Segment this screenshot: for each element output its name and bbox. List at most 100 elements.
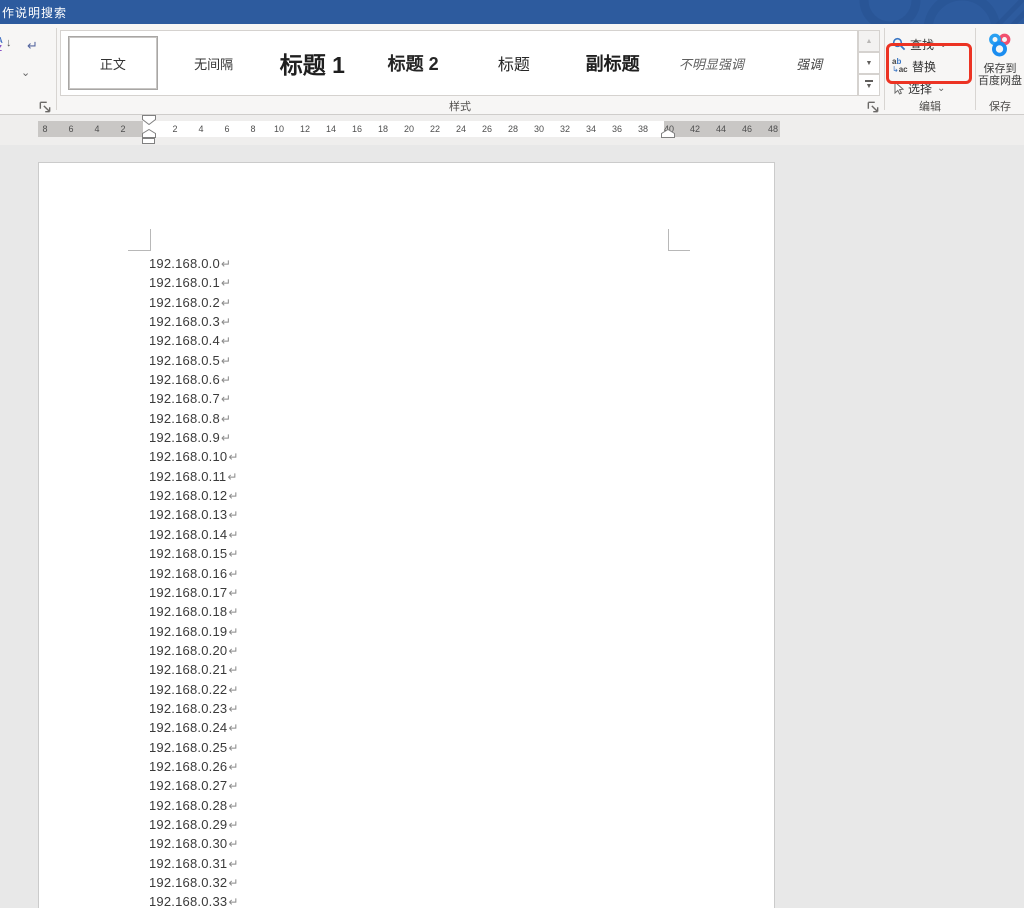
document-line[interactable]: 192.168.0.31↵ (149, 854, 239, 873)
document-line[interactable]: 192.168.0.16↵ (149, 564, 239, 583)
gallery-more-icon[interactable]: ▼ (858, 74, 880, 96)
document-line[interactable]: 192.168.0.15↵ (149, 544, 239, 563)
text-boundary-corner-mark (668, 250, 690, 251)
document-line[interactable]: 192.168.0.24↵ (149, 718, 239, 737)
ip-address-text: 192.168.0.13 (149, 507, 228, 523)
style-item-subtitle[interactable]: 副标题 (564, 31, 662, 95)
document-line[interactable]: 192.168.0.14↵ (149, 525, 239, 544)
document-line[interactable]: 192.168.0.17↵ (149, 583, 239, 602)
ip-address-text: 192.168.0.8 (149, 410, 220, 426)
ip-address-text: 192.168.0.9 (149, 430, 220, 446)
paragraph-return-mark: ↵ (228, 876, 239, 890)
hanging-indent-marker[interactable] (142, 129, 156, 138)
document-line[interactable]: 192.168.0.18↵ (149, 602, 239, 621)
ip-address-text: 192.168.0.30 (149, 836, 228, 852)
styles-dialog-launcher-icon[interactable] (866, 100, 880, 114)
document-line[interactable]: 192.168.0.32↵ (149, 873, 239, 892)
style-item-heading2[interactable]: 标题 2 (362, 31, 464, 95)
ruler-number: 34 (585, 124, 596, 134)
gallery-scroll-down-icon[interactable]: ▼ (858, 52, 880, 74)
document-line[interactable]: 192.168.0.3↵ (149, 312, 239, 331)
chevron-down-icon: ⌄ (939, 38, 948, 50)
ip-address-text: 192.168.0.12 (149, 488, 228, 504)
document-line[interactable]: 192.168.0.0↵ (149, 254, 239, 273)
paragraph-return-mark: ↵ (228, 779, 239, 794)
document-line[interactable]: 192.168.0.11↵ (149, 467, 239, 486)
style-item-normal[interactable]: 正文 (61, 31, 165, 95)
document-line[interactable]: 192.168.0.33↵ (149, 892, 239, 908)
title-bar: 作说明搜索 (0, 0, 1024, 24)
style-item-subtle-emphasis[interactable]: 不明显强调 (661, 31, 761, 95)
document-line[interactable]: 192.168.0.2↵ (149, 293, 239, 312)
document-line[interactable]: 192.168.0.12↵ (149, 486, 239, 505)
document-line[interactable]: 192.168.0.10↵ (149, 447, 239, 466)
document-line[interactable]: 192.168.0.5↵ (149, 351, 239, 370)
formatting-marks-icon[interactable]: ↵ (27, 38, 38, 54)
paragraph-return-mark: ↵ (228, 643, 239, 658)
document-line[interactable]: 192.168.0.1↵ (149, 273, 239, 292)
ruler-number: 44 (715, 124, 726, 134)
cursor-arrow-icon (894, 81, 904, 95)
chevron-down-icon[interactable]: ⌄ (21, 66, 30, 79)
paragraph-return-mark: ↵ (228, 721, 239, 736)
ruler-number: 6 (68, 124, 74, 134)
paragraph-return-mark: ↵ (228, 489, 239, 504)
document-line[interactable]: 192.168.0.27↵ (149, 776, 239, 795)
editing-group-label: 编辑 (919, 101, 941, 113)
ruler-number: 14 (325, 124, 336, 134)
ip-address-text: 192.168.0.6 (149, 372, 220, 388)
paragraph-return-mark: ↵ (228, 682, 239, 697)
find-button[interactable]: 查找 ⌄ (892, 34, 947, 54)
document-line[interactable]: 192.168.0.4↵ (149, 331, 239, 350)
document-line[interactable]: 192.168.0.26↵ (149, 757, 239, 776)
ip-address-text: 192.168.0.0 (149, 256, 220, 271)
document-line[interactable]: 192.168.0.6↵ (149, 370, 239, 389)
sort-icon[interactable]: A Z ↓ (0, 37, 17, 57)
document-line[interactable]: 192.168.0.25↵ (149, 738, 239, 757)
document-line[interactable]: 192.168.0.13↵ (149, 505, 239, 524)
document-line[interactable]: 192.168.0.29↵ (149, 815, 239, 834)
document-line[interactable]: 192.168.0.23↵ (149, 699, 239, 718)
document-page[interactable]: 192.168.0.0↵ 192.168.0.1↵ 192.168.0.2↵ 1… (38, 162, 775, 908)
tell-me-search[interactable]: 作说明搜索 (2, 4, 67, 21)
document-line[interactable]: 192.168.0.22↵ (149, 680, 239, 699)
style-item-title[interactable]: 标题 (464, 31, 564, 95)
document-line[interactable]: 192.168.0.28↵ (149, 796, 239, 815)
style-item-no-spacing[interactable]: 无间隔 (165, 31, 263, 95)
document-area: 192.168.0.0↵ 192.168.0.1↵ 192.168.0.2↵ 1… (0, 145, 1024, 908)
paragraph-return-mark: ↵ (228, 585, 239, 600)
document-line[interactable]: 192.168.0.9↵ (149, 428, 239, 447)
document-line[interactable]: 192.168.0.19↵ (149, 622, 239, 641)
ip-address-text: 192.168.0.17 (149, 584, 228, 600)
first-line-indent-marker[interactable] (142, 115, 156, 125)
search-icon (892, 37, 906, 51)
ip-address-text: 192.168.0.5 (149, 352, 220, 368)
ruler-number: 12 (299, 124, 310, 134)
ruler-number: 8 (42, 124, 48, 134)
ip-address-text: 192.168.0.22 (149, 681, 228, 697)
document-text: 192.168.0.0↵ 192.168.0.1↵ 192.168.0.2↵ 1… (149, 254, 239, 908)
select-button[interactable]: 选择 ⌄ (892, 78, 945, 98)
replace-button[interactable]: aabb ↳ac 替换 (892, 56, 936, 76)
document-line[interactable]: 192.168.0.7↵ (149, 389, 239, 408)
gallery-scroll-buttons: ▲ ▼ ▼ (858, 30, 880, 96)
chevron-down-icon: ⌄ (937, 82, 946, 94)
group-separator (56, 28, 57, 110)
document-line[interactable]: 192.168.0.20↵ (149, 641, 239, 660)
document-line[interactable]: 192.168.0.8↵ (149, 409, 239, 428)
document-line[interactable]: 192.168.0.21↵ (149, 660, 239, 679)
style-item-heading1[interactable]: 标题 1 (262, 31, 362, 95)
ruler-row: 8 6 4 2 2 4 6 8 10 12 14 16 18 20 22 24 26 28 30 32 34 36 38 40… (0, 115, 1024, 145)
paragraph-return-mark: ↵ (228, 817, 239, 832)
ip-address-text: 192.168.0.20 (149, 642, 228, 658)
document-line[interactable]: 192.168.0.30↵ (149, 834, 239, 853)
ip-address-text: 192.168.0.23 (149, 700, 228, 716)
paragraph-return-mark: ↵ (228, 837, 239, 852)
left-indent-marker[interactable] (142, 138, 155, 144)
right-indent-marker[interactable] (661, 129, 675, 138)
style-item-emphasis[interactable]: 强调 (761, 31, 857, 95)
paragraph-return-mark: ↵ (220, 295, 232, 310)
gallery-scroll-up-icon[interactable]: ▲ (858, 30, 880, 52)
paragraph-dialog-launcher-icon[interactable] (38, 100, 52, 114)
save-to-baidu-netdisk-button[interactable]: 保存到 百度网盘 (976, 30, 1024, 94)
